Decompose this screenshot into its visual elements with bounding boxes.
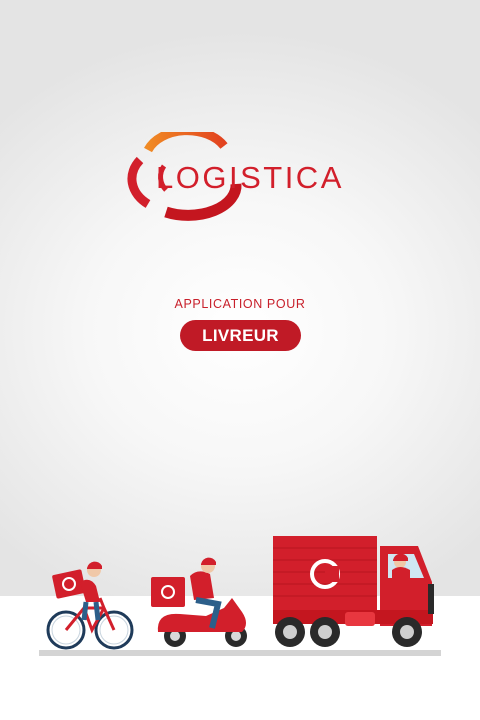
delivery-illustration [46,536,434,650]
brand-logo: LOGISTICA [118,126,368,222]
scooter-courier [151,557,247,647]
splash-screen: LOGISTICA APPLICATION POUR LIVREUR [0,0,480,720]
bicycle-courier [46,561,134,650]
tagline: APPLICATION POUR [174,297,306,311]
role-badge: LIVREUR [180,320,301,351]
brand-name: LOGISTICA [156,160,344,195]
delivery-truck [273,536,434,647]
road-line [39,650,441,656]
